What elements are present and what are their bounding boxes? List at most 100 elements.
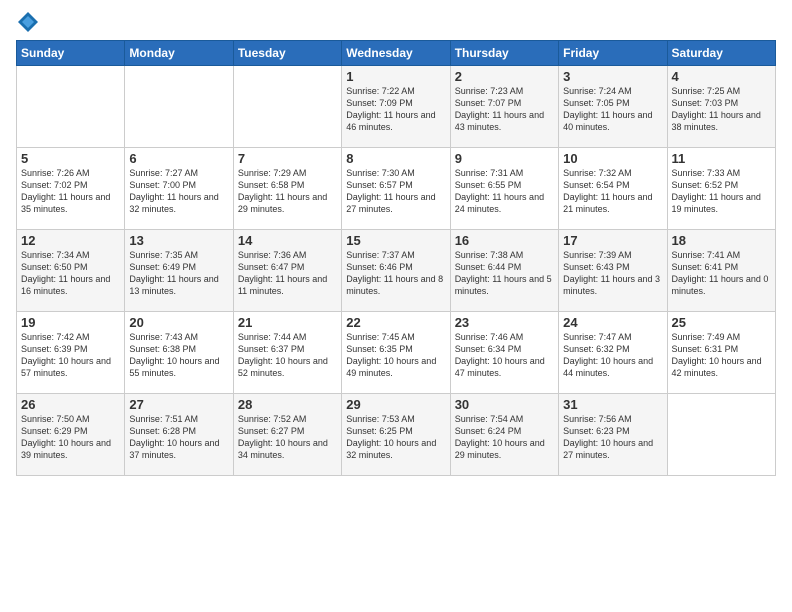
header-monday: Monday [125, 41, 233, 66]
day-info: Sunrise: 7:27 AM Sunset: 7:00 PM Dayligh… [129, 167, 228, 216]
day-number: 31 [563, 397, 662, 412]
day-number: 23 [455, 315, 554, 330]
week-row-0: 1Sunrise: 7:22 AM Sunset: 7:09 PM Daylig… [17, 66, 776, 148]
day-info: Sunrise: 7:39 AM Sunset: 6:43 PM Dayligh… [563, 249, 662, 298]
day-info: Sunrise: 7:32 AM Sunset: 6:54 PM Dayligh… [563, 167, 662, 216]
day-info: Sunrise: 7:49 AM Sunset: 6:31 PM Dayligh… [672, 331, 771, 380]
day-info: Sunrise: 7:29 AM Sunset: 6:58 PM Dayligh… [238, 167, 337, 216]
day-cell: 31Sunrise: 7:56 AM Sunset: 6:23 PM Dayli… [559, 394, 667, 476]
day-cell: 23Sunrise: 7:46 AM Sunset: 6:34 PM Dayli… [450, 312, 558, 394]
day-cell: 15Sunrise: 7:37 AM Sunset: 6:46 PM Dayli… [342, 230, 450, 312]
day-cell: 14Sunrise: 7:36 AM Sunset: 6:47 PM Dayli… [233, 230, 341, 312]
week-row-4: 26Sunrise: 7:50 AM Sunset: 6:29 PM Dayli… [17, 394, 776, 476]
day-number: 4 [672, 69, 771, 84]
day-info: Sunrise: 7:46 AM Sunset: 6:34 PM Dayligh… [455, 331, 554, 380]
day-cell: 10Sunrise: 7:32 AM Sunset: 6:54 PM Dayli… [559, 148, 667, 230]
day-cell: 13Sunrise: 7:35 AM Sunset: 6:49 PM Dayli… [125, 230, 233, 312]
day-info: Sunrise: 7:34 AM Sunset: 6:50 PM Dayligh… [21, 249, 120, 298]
day-info: Sunrise: 7:54 AM Sunset: 6:24 PM Dayligh… [455, 413, 554, 462]
calendar-body: 1Sunrise: 7:22 AM Sunset: 7:09 PM Daylig… [17, 66, 776, 476]
day-number: 30 [455, 397, 554, 412]
day-cell: 4Sunrise: 7:25 AM Sunset: 7:03 PM Daylig… [667, 66, 775, 148]
day-info: Sunrise: 7:53 AM Sunset: 6:25 PM Dayligh… [346, 413, 445, 462]
day-info: Sunrise: 7:47 AM Sunset: 6:32 PM Dayligh… [563, 331, 662, 380]
week-row-1: 5Sunrise: 7:26 AM Sunset: 7:02 PM Daylig… [17, 148, 776, 230]
day-number: 11 [672, 151, 771, 166]
day-number: 18 [672, 233, 771, 248]
calendar-table: SundayMondayTuesdayWednesdayThursdayFrid… [16, 40, 776, 476]
day-info: Sunrise: 7:43 AM Sunset: 6:38 PM Dayligh… [129, 331, 228, 380]
day-cell: 24Sunrise: 7:47 AM Sunset: 6:32 PM Dayli… [559, 312, 667, 394]
day-number: 25 [672, 315, 771, 330]
header-wednesday: Wednesday [342, 41, 450, 66]
day-number: 10 [563, 151, 662, 166]
day-cell: 21Sunrise: 7:44 AM Sunset: 6:37 PM Dayli… [233, 312, 341, 394]
day-info: Sunrise: 7:23 AM Sunset: 7:07 PM Dayligh… [455, 85, 554, 134]
day-number: 3 [563, 69, 662, 84]
day-number: 20 [129, 315, 228, 330]
day-number: 28 [238, 397, 337, 412]
day-number: 21 [238, 315, 337, 330]
header-sunday: Sunday [17, 41, 125, 66]
day-info: Sunrise: 7:42 AM Sunset: 6:39 PM Dayligh… [21, 331, 120, 380]
day-number: 2 [455, 69, 554, 84]
day-cell: 30Sunrise: 7:54 AM Sunset: 6:24 PM Dayli… [450, 394, 558, 476]
day-cell: 11Sunrise: 7:33 AM Sunset: 6:52 PM Dayli… [667, 148, 775, 230]
week-row-3: 19Sunrise: 7:42 AM Sunset: 6:39 PM Dayli… [17, 312, 776, 394]
day-info: Sunrise: 7:30 AM Sunset: 6:57 PM Dayligh… [346, 167, 445, 216]
day-cell: 9Sunrise: 7:31 AM Sunset: 6:55 PM Daylig… [450, 148, 558, 230]
header-row: SundayMondayTuesdayWednesdayThursdayFrid… [17, 41, 776, 66]
day-cell: 20Sunrise: 7:43 AM Sunset: 6:38 PM Dayli… [125, 312, 233, 394]
day-number: 29 [346, 397, 445, 412]
day-info: Sunrise: 7:37 AM Sunset: 6:46 PM Dayligh… [346, 249, 445, 298]
day-info: Sunrise: 7:31 AM Sunset: 6:55 PM Dayligh… [455, 167, 554, 216]
day-cell: 2Sunrise: 7:23 AM Sunset: 7:07 PM Daylig… [450, 66, 558, 148]
day-number: 5 [21, 151, 120, 166]
page: SundayMondayTuesdayWednesdayThursdayFrid… [0, 0, 792, 612]
header-friday: Friday [559, 41, 667, 66]
day-info: Sunrise: 7:22 AM Sunset: 7:09 PM Dayligh… [346, 85, 445, 134]
day-cell: 7Sunrise: 7:29 AM Sunset: 6:58 PM Daylig… [233, 148, 341, 230]
day-info: Sunrise: 7:56 AM Sunset: 6:23 PM Dayligh… [563, 413, 662, 462]
logo [16, 10, 42, 34]
day-cell [125, 66, 233, 148]
header-saturday: Saturday [667, 41, 775, 66]
day-info: Sunrise: 7:36 AM Sunset: 6:47 PM Dayligh… [238, 249, 337, 298]
day-cell: 12Sunrise: 7:34 AM Sunset: 6:50 PM Dayli… [17, 230, 125, 312]
day-number: 16 [455, 233, 554, 248]
day-number: 7 [238, 151, 337, 166]
day-info: Sunrise: 7:26 AM Sunset: 7:02 PM Dayligh… [21, 167, 120, 216]
day-number: 9 [455, 151, 554, 166]
day-number: 26 [21, 397, 120, 412]
day-cell: 1Sunrise: 7:22 AM Sunset: 7:09 PM Daylig… [342, 66, 450, 148]
day-number: 27 [129, 397, 228, 412]
day-number: 13 [129, 233, 228, 248]
header-thursday: Thursday [450, 41, 558, 66]
day-info: Sunrise: 7:35 AM Sunset: 6:49 PM Dayligh… [129, 249, 228, 298]
day-number: 14 [238, 233, 337, 248]
day-number: 1 [346, 69, 445, 84]
day-info: Sunrise: 7:51 AM Sunset: 6:28 PM Dayligh… [129, 413, 228, 462]
day-number: 15 [346, 233, 445, 248]
day-number: 6 [129, 151, 228, 166]
day-info: Sunrise: 7:50 AM Sunset: 6:29 PM Dayligh… [21, 413, 120, 462]
day-info: Sunrise: 7:33 AM Sunset: 6:52 PM Dayligh… [672, 167, 771, 216]
day-info: Sunrise: 7:41 AM Sunset: 6:41 PM Dayligh… [672, 249, 771, 298]
day-cell: 17Sunrise: 7:39 AM Sunset: 6:43 PM Dayli… [559, 230, 667, 312]
day-cell: 18Sunrise: 7:41 AM Sunset: 6:41 PM Dayli… [667, 230, 775, 312]
day-cell: 3Sunrise: 7:24 AM Sunset: 7:05 PM Daylig… [559, 66, 667, 148]
day-info: Sunrise: 7:24 AM Sunset: 7:05 PM Dayligh… [563, 85, 662, 134]
day-cell: 8Sunrise: 7:30 AM Sunset: 6:57 PM Daylig… [342, 148, 450, 230]
day-number: 24 [563, 315, 662, 330]
day-cell: 6Sunrise: 7:27 AM Sunset: 7:00 PM Daylig… [125, 148, 233, 230]
day-info: Sunrise: 7:45 AM Sunset: 6:35 PM Dayligh… [346, 331, 445, 380]
header-tuesday: Tuesday [233, 41, 341, 66]
day-cell: 16Sunrise: 7:38 AM Sunset: 6:44 PM Dayli… [450, 230, 558, 312]
day-cell: 5Sunrise: 7:26 AM Sunset: 7:02 PM Daylig… [17, 148, 125, 230]
day-number: 12 [21, 233, 120, 248]
day-cell: 19Sunrise: 7:42 AM Sunset: 6:39 PM Dayli… [17, 312, 125, 394]
day-info: Sunrise: 7:44 AM Sunset: 6:37 PM Dayligh… [238, 331, 337, 380]
day-cell: 25Sunrise: 7:49 AM Sunset: 6:31 PM Dayli… [667, 312, 775, 394]
day-number: 22 [346, 315, 445, 330]
day-info: Sunrise: 7:52 AM Sunset: 6:27 PM Dayligh… [238, 413, 337, 462]
